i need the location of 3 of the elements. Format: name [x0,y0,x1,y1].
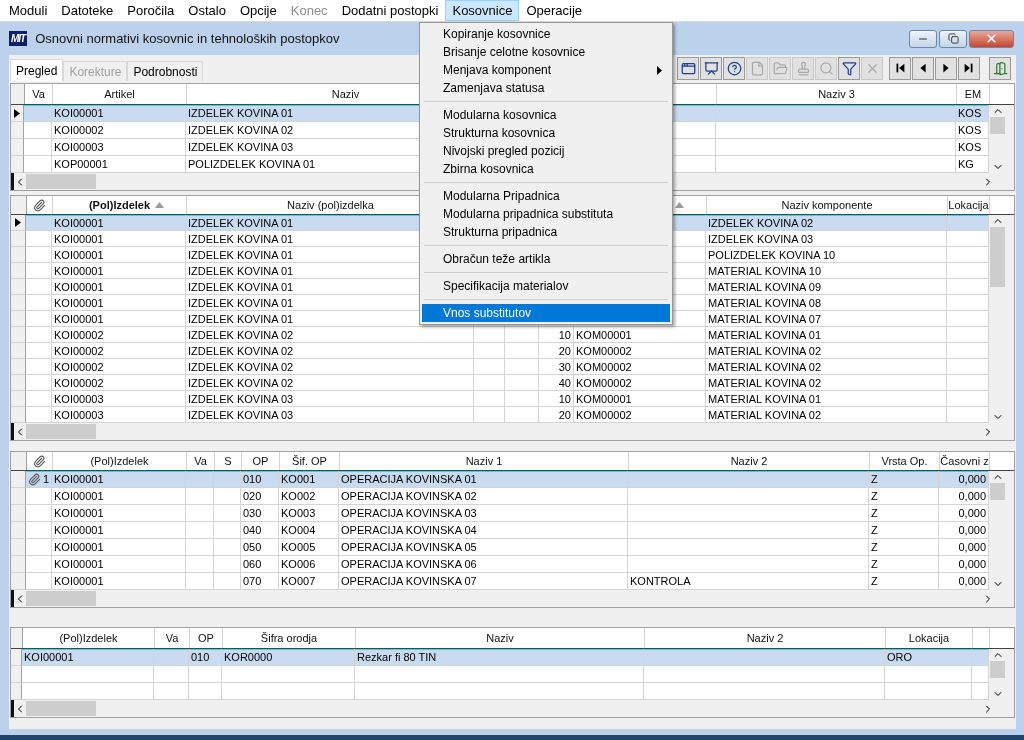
attachment-count: 1 [42,473,49,485]
app-logo: MIT [9,31,28,46]
window-title: Osnovni normativi kosovnic in tehnoloških postopkov [35,31,340,46]
